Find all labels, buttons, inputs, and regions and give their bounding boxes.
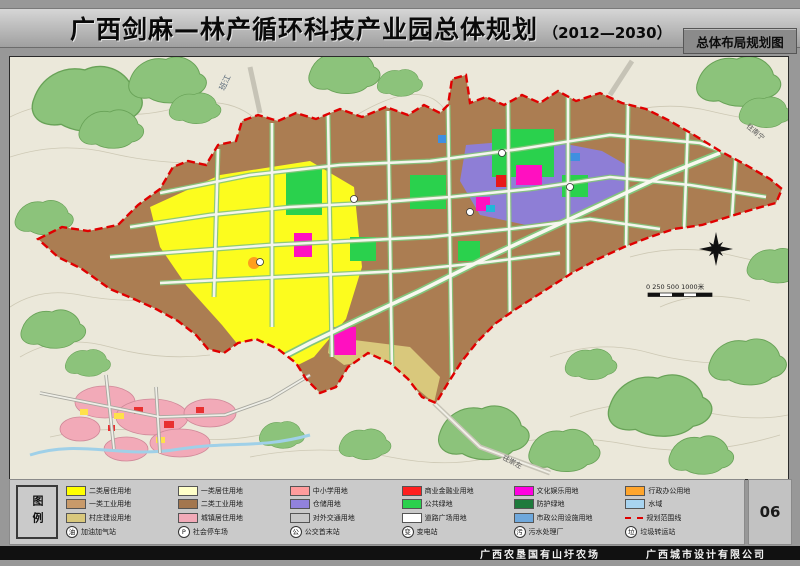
legend-swatch [66, 486, 86, 496]
legend-label: 社会停车场 [193, 527, 228, 537]
page-number: 06 [760, 503, 781, 521]
legend-label: 污水处理厂 [529, 527, 564, 537]
legend-row: 二类居住用地 一类居住用地 中小学用地 商业金融业用地 文化娱乐用地 行政办公用地 [66, 486, 740, 496]
legend-item: 公共绿地 [402, 499, 514, 509]
legend-item: 二类居住用地 [66, 486, 178, 496]
waste-transfer-icon: 垃 [625, 526, 637, 538]
legend-grid: 二类居住用地 一类居住用地 中小学用地 商业金融业用地 文化娱乐用地 行政办公用地一类工业… [62, 480, 744, 544]
legend-item: 二类工业用地 [178, 499, 290, 509]
scale-bar: 0 250 500 1000米 [646, 282, 712, 297]
map-type-box: 总体布局规划图 [683, 28, 797, 54]
legend-label: 公共绿地 [425, 499, 453, 509]
legend-swatch [514, 513, 534, 523]
legend-label: 城镇居住用地 [201, 513, 243, 523]
legend-row: 油加油加气站P社会停车场公公交首末站变变电站污污水处理厂垃垃圾转运站 [66, 526, 740, 538]
legend-row: 一类工业用地 二类工业用地 仓储用地 公共绿地 防护绿地 水域 [66, 499, 740, 509]
legend-swatch [178, 513, 198, 523]
legend-title-box: 图例 [16, 485, 58, 539]
legend-label: 商业金融业用地 [425, 486, 474, 496]
legend-swatch [290, 499, 310, 509]
legend-label: 二类工业用地 [201, 499, 243, 509]
legend-label: 仓储用地 [313, 499, 341, 509]
legend-swatch [178, 499, 198, 509]
legend-label: 文化娱乐用地 [537, 486, 579, 496]
footer-company-left: 广西农垦国有山圩农场 [480, 546, 600, 561]
legend-item: 污污水处理厂 [514, 526, 626, 538]
legend-label: 水域 [648, 499, 662, 509]
legend-label: 一类居住用地 [201, 486, 243, 496]
legend-swatch [178, 486, 198, 496]
legend-item: 规划范围线 [625, 513, 737, 523]
substation-icon: 变 [402, 526, 414, 538]
page-title-suffix: （2012—2030） [543, 24, 672, 42]
legend-swatch [625, 499, 645, 509]
legend-item: 公公交首末站 [290, 526, 402, 538]
page-title: 广西剑麻—林产循环科技产业园总体规划 [70, 15, 538, 44]
legend-item: 仓储用地 [290, 499, 402, 509]
legend-label: 对外交通用地 [313, 513, 355, 523]
legend-item: 变变电站 [402, 526, 514, 538]
footer-company-right: 广西城市设计有限公司 [646, 546, 766, 561]
legend-item: 垃垃圾转运站 [625, 526, 737, 538]
header: 广西剑麻—林产循环科技产业园总体规划 （2012—2030） [0, 8, 800, 48]
legend-swatch [514, 499, 534, 509]
legend-item: 中小学用地 [290, 486, 402, 496]
legend-label: 防护绿地 [537, 499, 565, 509]
legend-swatch [514, 486, 534, 496]
scale-label: 0 250 500 1000米 [646, 282, 705, 291]
legend-item: 一类居住用地 [178, 486, 290, 496]
map-area: 0 250 500 1000米 班江 往南宁 往崇左 [9, 56, 789, 480]
legend-item: 行政办公用地 [625, 486, 737, 496]
legend-label: 中小学用地 [313, 486, 348, 496]
legend-swatch [290, 486, 310, 496]
legend-label: 变电站 [417, 527, 438, 537]
legend-item: 水域 [625, 499, 737, 509]
parking-icon: P [178, 526, 190, 538]
footer-bar: 广西农垦国有山圩农场 广西城市设计有限公司 [0, 546, 800, 560]
legend-label: 加油加气站 [81, 527, 116, 537]
legend-swatch [66, 499, 86, 509]
legend-swatch [290, 513, 310, 523]
legend-item: 道路广场用地 [402, 513, 514, 523]
sewage-plant-icon: 污 [514, 526, 526, 538]
legend-label: 垃圾转运站 [640, 527, 675, 537]
bus-station-icon: 公 [290, 526, 302, 538]
legend-item: 防护绿地 [514, 499, 626, 509]
legend-label: 规划范围线 [646, 513, 681, 523]
legend-item: 城镇居住用地 [178, 513, 290, 523]
legend-label: 村庄建设用地 [89, 513, 131, 523]
legend-label: 公交首末站 [305, 527, 340, 537]
legend-swatch [402, 499, 422, 509]
map-type-label: 总体布局规划图 [696, 32, 784, 51]
page-title-wrap: 广西剑麻—林产循环科技产业园总体规划 （2012—2030） [70, 10, 672, 46]
legend-item: 一类工业用地 [66, 499, 178, 509]
legend-label: 一类工业用地 [89, 499, 131, 509]
legend-row: 村庄建设用地 城镇居住用地 对外交通用地 道路广场用地 市政公用设施用地 规划范围线 [66, 513, 740, 523]
legend-item: 村庄建设用地 [66, 513, 178, 523]
page-number-box: 06 [748, 479, 792, 545]
legend-swatch [66, 513, 86, 523]
legend-swatch [625, 486, 645, 496]
legend-label: 市政公用设施用地 [537, 513, 593, 523]
page: 广西剑麻—林产循环科技产业园总体规划 （2012—2030） 总体布局规划图 [0, 0, 800, 566]
legend-item: 文化娱乐用地 [514, 486, 626, 496]
legend-label: 行政办公用地 [648, 486, 690, 496]
legend-label: 道路广场用地 [425, 513, 467, 523]
gas-station-icon: 油 [66, 526, 78, 538]
legend-label: 二类居住用地 [89, 486, 131, 496]
legend-item: P社会停车场 [178, 526, 290, 538]
boundary-line-sample [625, 517, 643, 519]
legend-item: 市政公用设施用地 [514, 513, 626, 523]
legend-item: 对外交通用地 [290, 513, 402, 523]
legend-item: 商业金融业用地 [402, 486, 514, 496]
legend-title: 图例 [29, 495, 45, 529]
legend-area: 图例 二类居住用地 一类居住用地 中小学用地 商业金融业用地 文化娱乐用地 行政办公用地一… [9, 479, 745, 545]
legend-swatch [402, 486, 422, 496]
legend-swatch [402, 513, 422, 523]
legend-item: 油加油加气站 [66, 526, 178, 538]
map-svg: 0 250 500 1000米 班江 往南宁 往崇左 [10, 57, 788, 479]
